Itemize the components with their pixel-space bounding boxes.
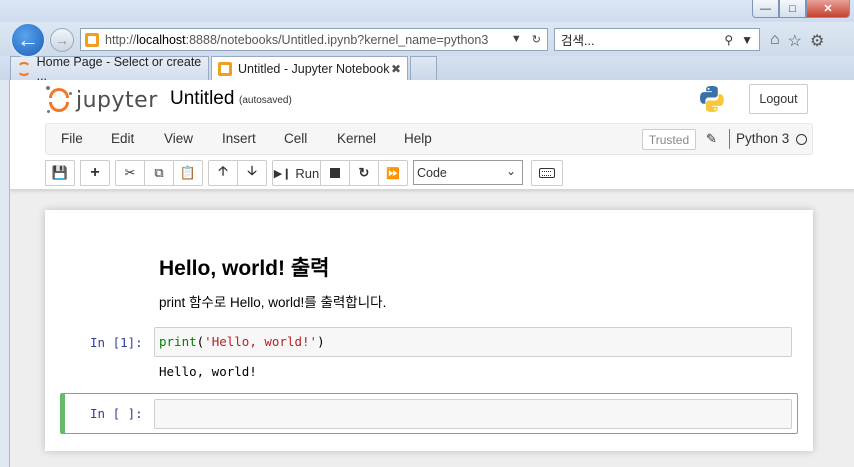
home-icon[interactable]: ⌂ (770, 31, 780, 51)
browser-tabbar: Home Page - Select or create ... Untitle… (0, 54, 854, 83)
run-label: Run (295, 165, 320, 181)
autosave-status: (autosaved) (239, 95, 292, 106)
code-string: 'Hello, world!' (204, 334, 318, 349)
jupyter-favicon-icon (17, 61, 31, 76)
restart-icon: ↻ (358, 165, 370, 180)
tab-close-icon[interactable]: ✖ (391, 62, 401, 76)
keyboard-icon (539, 168, 555, 178)
paste-icon: 📋 (179, 165, 197, 180)
jupyter-header: jupyter Untitled (autosaved) Logout File… (10, 80, 854, 190)
copy-button[interactable]: ⧉ (144, 160, 174, 186)
cell1-prompt: In [1]: (90, 335, 143, 350)
cell-type-value: Code (417, 165, 447, 180)
cut-button[interactable]: ✂ (115, 160, 145, 186)
markdown-heading: Hello, world! 출력 (159, 257, 330, 280)
step-forward-icon: ▶❙ (273, 167, 292, 180)
save-button[interactable]: 💾 (45, 160, 75, 186)
forward-arrow-icon: → (55, 32, 69, 48)
kernel-status-icon (796, 134, 807, 145)
search-box[interactable]: 검색... ⚲ ▼ (554, 28, 760, 51)
address-path: :8888/notebooks/Untitled.ipynb?kernel_na… (185, 32, 489, 47)
menu-cell[interactable]: Cell (284, 124, 307, 154)
browser-navbar: ← → http://localhost:8888/notebooks/Unti… (0, 22, 854, 58)
star-icon[interactable]: ☆ (788, 31, 802, 51)
kernel-separator (729, 129, 730, 149)
page-icon (85, 32, 99, 47)
cell-type-select[interactable]: Code ⌄ (413, 160, 523, 185)
arrow-up-icon: 🡡 (218, 163, 228, 178)
chevron-down-icon: ⌄ (505, 164, 516, 178)
search-icon[interactable]: ⚲ (724, 33, 733, 47)
menu-kernel[interactable]: Kernel (337, 124, 376, 154)
browser-tools: ⌂ ☆ ⚙ (770, 31, 824, 51)
logout-button[interactable]: Logout (749, 84, 808, 114)
markdown-text: print 함수로 Hello, world!를 출력합니다. (159, 295, 387, 310)
code-cell-1-input[interactable]: print('Hello, world!') (154, 327, 792, 357)
back-arrow-icon: ← (17, 27, 39, 52)
tab-label: Home Page - Select or create ... (36, 54, 202, 83)
forward-button[interactable]: → (50, 28, 74, 52)
code-paren-close: ) (317, 334, 325, 349)
tab-untitled-notebook[interactable]: Untitled - Jupyter Notebook ✖ (211, 56, 408, 80)
window-controls: — □ ✕ (752, 0, 850, 18)
address-host: localhost (136, 32, 186, 47)
menu-help[interactable]: Help (404, 124, 432, 154)
python-logo-icon (700, 86, 724, 112)
notebook-container: Hello, world! 출력 print 함수로 Hello, world!… (45, 210, 813, 451)
tab-label: Untitled - Jupyter Notebook (238, 61, 390, 76)
page-viewport: jupyter Untitled (autosaved) Logout File… (9, 80, 854, 467)
tab-home-page[interactable]: Home Page - Select or create ... (10, 54, 209, 83)
paste-button[interactable]: 📋 (173, 160, 203, 186)
trusted-indicator[interactable]: Trusted (642, 129, 696, 150)
fast-forward-icon: ⏩ (386, 167, 400, 180)
restart-run-all-button[interactable]: ⏩ (378, 160, 408, 186)
notebook-toolbar: 💾 + ✂ ⧉ 📋 🡡 🡣 ▶❙ Run ↻ ⏩ Code ⌄ (45, 160, 563, 187)
cell1-output: Hello, world! (159, 364, 257, 379)
minimize-button[interactable]: — (752, 0, 779, 18)
notebook-name[interactable]: Untitled (170, 88, 234, 110)
jupyter-logo[interactable]: jupyter (46, 85, 158, 115)
menu-file[interactable]: File (61, 124, 83, 154)
menu-edit[interactable]: Edit (111, 124, 134, 154)
code-function: print (159, 334, 197, 349)
logo-text: jupyter (76, 87, 158, 113)
menubar: File Edit View Insert Cell Kernel Help T… (45, 123, 813, 155)
plus-icon: + (90, 164, 100, 181)
save-icon: 💾 (51, 165, 69, 180)
address-bar[interactable]: http://localhost:8888/notebooks/Untitled… (80, 28, 548, 51)
address-dropdown-icon[interactable]: ▼ (511, 33, 522, 46)
pencil-icon[interactable]: ✎ (706, 131, 717, 147)
code-cell-2-input[interactable] (154, 399, 792, 429)
new-tab-button[interactable] (410, 56, 437, 80)
menu-view[interactable]: View (164, 124, 193, 154)
scissors-icon: ✂ (124, 165, 136, 180)
restart-button[interactable]: ↻ (349, 160, 379, 186)
move-down-button[interactable]: 🡣 (237, 160, 267, 186)
maximize-button[interactable]: □ (779, 0, 806, 18)
kernel-name[interactable]: Python 3 (736, 124, 789, 154)
window-titlebar: — □ ✕ (0, 0, 854, 22)
jupyter-logo-icon (46, 86, 72, 113)
arrow-down-icon: 🡣 (247, 163, 257, 178)
interrupt-button[interactable] (320, 160, 350, 186)
copy-icon: ⧉ (154, 165, 164, 180)
refresh-icon[interactable]: ↻ (532, 33, 541, 46)
command-palette-button[interactable] (531, 160, 563, 186)
run-button[interactable]: ▶❙ Run (272, 160, 321, 186)
menu-insert[interactable]: Insert (222, 124, 256, 154)
gear-icon[interactable]: ⚙ (810, 31, 824, 51)
search-dropdown-icon[interactable]: ▼ (741, 33, 753, 47)
insert-cell-button[interactable]: + (80, 160, 110, 186)
stop-icon (330, 168, 340, 178)
back-button[interactable]: ← (10, 22, 46, 58)
address-prefix: http:// (105, 32, 137, 47)
search-input[interactable]: 검색... (561, 30, 594, 49)
page-favicon-icon (218, 61, 232, 76)
close-window-button[interactable]: ✕ (806, 0, 850, 18)
move-up-button[interactable]: 🡡 (208, 160, 238, 186)
cell2-prompt: In [ ]: (90, 406, 143, 421)
